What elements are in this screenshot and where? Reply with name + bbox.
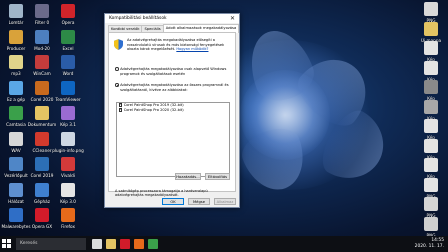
app-icon bbox=[61, 182, 75, 197]
file-icon bbox=[424, 2, 438, 16]
desktop-icon-label: Opera bbox=[61, 20, 75, 25]
app-icon bbox=[9, 4, 23, 18]
app-icon bbox=[9, 29, 23, 44]
app-icon bbox=[61, 208, 75, 222]
app-icon bbox=[35, 182, 49, 197]
file-icon bbox=[424, 21, 438, 36]
file-icon bbox=[424, 216, 438, 231]
desktop-icon-label: Word bbox=[62, 71, 74, 76]
app-icon bbox=[35, 131, 49, 146]
program-name: Corel PaintShop Pro 2019 (32-bit) bbox=[123, 103, 184, 107]
add-button[interactable]: Hozzáadás... bbox=[175, 173, 201, 180]
file-icon bbox=[424, 41, 438, 55]
app-icon bbox=[9, 55, 23, 69]
app-icon bbox=[61, 131, 75, 146]
desktop-icon-label: plugin-info.png bbox=[52, 147, 84, 153]
start-button[interactable] bbox=[2, 239, 12, 249]
wallpaper-petal bbox=[236, 121, 314, 199]
camtasia-icon[interactable] bbox=[148, 239, 158, 249]
processor-support-note: A számítógép processzora támogatja a har… bbox=[115, 189, 208, 198]
ok-button[interactable]: OK bbox=[162, 198, 184, 205]
app-icon bbox=[9, 80, 23, 95]
desktop-icon-label: TeamViewer bbox=[55, 96, 81, 102]
compatibility-dialog: Kompatibilitási beállítások ✕ Korábbi ve… bbox=[104, 13, 240, 208]
wallpaper-flower-core bbox=[240, 70, 330, 160]
dep-description: Az adatvégrehajtás megakadályozása előse… bbox=[127, 38, 232, 52]
app-icon bbox=[9, 157, 23, 171]
app-icon bbox=[35, 157, 49, 171]
desktop-icon-label: Kép 3.1 bbox=[60, 122, 76, 127]
app-icon bbox=[61, 157, 75, 171]
app-icon bbox=[35, 4, 49, 18]
remove-button[interactable]: Eltávolítás bbox=[205, 173, 230, 180]
radio-all-except[interactable] bbox=[115, 83, 119, 87]
wallpaper-petal bbox=[288, 44, 382, 136]
firefox-icon[interactable] bbox=[134, 239, 144, 249]
clock-date: 2020. 11. 17. bbox=[414, 244, 444, 249]
shield-icon bbox=[114, 39, 123, 50]
file-icon bbox=[424, 60, 438, 75]
taskbar-search[interactable]: Keresés bbox=[16, 238, 86, 250]
app-icon bbox=[61, 80, 75, 95]
file-icon bbox=[424, 197, 438, 211]
opera-icon[interactable] bbox=[120, 239, 130, 249]
program-checkbox[interactable] bbox=[119, 102, 123, 107]
desktop-icon-label: Kép 3.0 bbox=[60, 198, 76, 204]
app-icon bbox=[9, 208, 23, 222]
close-icon[interactable]: ✕ bbox=[228, 14, 237, 23]
radio-essential-only[interactable] bbox=[115, 67, 119, 71]
app-icon bbox=[35, 80, 49, 95]
app-icon bbox=[35, 208, 49, 222]
app-icon bbox=[61, 29, 75, 44]
file-explorer-icon[interactable] bbox=[106, 239, 116, 249]
app-icon bbox=[9, 106, 23, 120]
file-icon bbox=[424, 119, 438, 133]
app-icon bbox=[61, 106, 75, 120]
desktop-icon-label: Firefox bbox=[61, 224, 75, 229]
file-icon bbox=[424, 138, 438, 153]
app-icon bbox=[61, 4, 75, 18]
wallpaper-petal bbox=[313, 103, 397, 192]
cancel-button[interactable]: Mégse bbox=[188, 198, 210, 205]
app-icon bbox=[35, 55, 49, 69]
option-all-except[interactable]: Adatvégrehajtás megakadályozása az össze… bbox=[115, 83, 230, 92]
file-icon bbox=[424, 99, 438, 114]
file-icon bbox=[424, 80, 438, 94]
wallpaper-petal bbox=[239, 21, 321, 109]
dialog-title: Kompatibilitási beállítások bbox=[109, 16, 167, 21]
option-essential-only[interactable]: Adatvégrehajtás megakadályozása csak ala… bbox=[115, 67, 230, 76]
file-icon bbox=[424, 177, 438, 192]
list-item[interactable]: Corel PaintShop Pro 2020 (32-bit) bbox=[117, 107, 229, 113]
program-name: Corel PaintShop Pro 2020 (32-bit) bbox=[123, 108, 184, 112]
desktop-icon-label: Excel bbox=[62, 45, 74, 51]
taskbar: Keresés 14:55 2020. 11. 17. bbox=[0, 236, 448, 252]
program-checkbox[interactable] bbox=[119, 107, 123, 112]
app-icon bbox=[61, 55, 75, 69]
dep-help-link[interactable]: Hogyan működik? bbox=[176, 47, 208, 51]
program-list[interactable]: Corel PaintShop Pro 2019 (32-bit) Corel … bbox=[116, 102, 230, 177]
app-icon bbox=[35, 29, 49, 44]
dialog-titlebar[interactable]: Kompatibilitási beállítások ✕ bbox=[105, 14, 239, 23]
app-icon bbox=[9, 182, 23, 197]
option-all-except-label: Adatvégrehajtás megakadályozása az össze… bbox=[120, 83, 229, 92]
app-icon bbox=[9, 131, 23, 146]
dep-panel: Az adatvégrehajtás megakadályozása előse… bbox=[108, 32, 236, 197]
apply-button[interactable]: Alkalmaz bbox=[214, 198, 236, 205]
file-icon bbox=[424, 158, 438, 172]
app-icon bbox=[35, 106, 49, 120]
task-view-icon[interactable] bbox=[92, 239, 102, 249]
system-clock[interactable]: 14:55 2020. 11. 17. bbox=[415, 238, 444, 250]
desktop-icon-label: Vivaldi bbox=[61, 173, 75, 178]
option-essential-only-label: Adatvégrehajtás megakadályozása csak ala… bbox=[120, 67, 227, 76]
dialog-tabs: Korábbi verziók Speciális Adott alkalmazás… bbox=[108, 24, 240, 33]
